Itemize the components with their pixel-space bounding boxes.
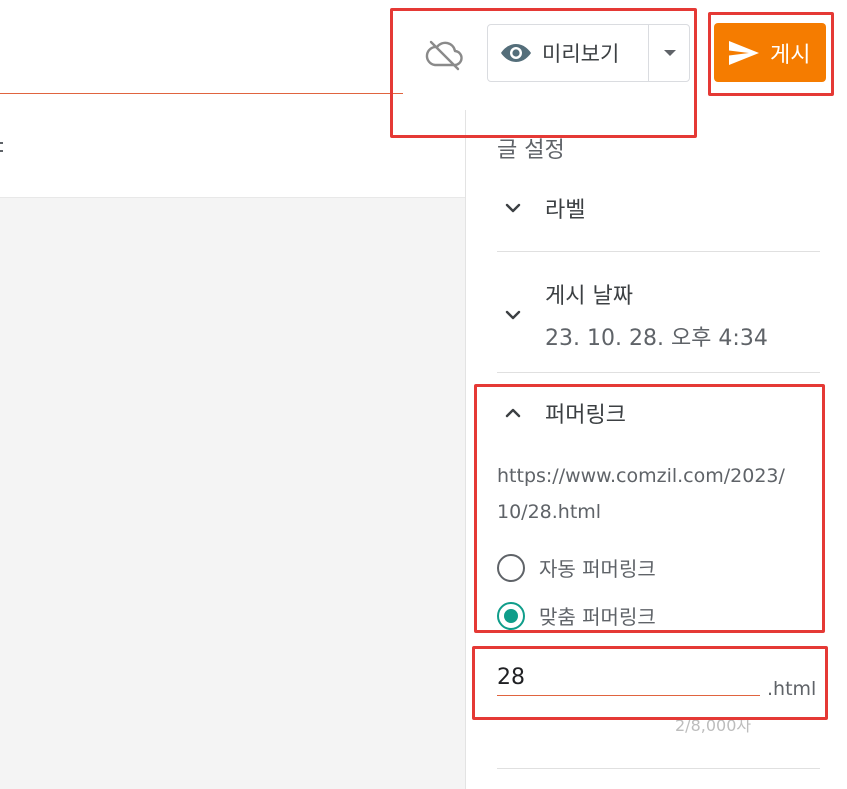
publish-date-text: 게시 날짜 23. 10. 28. 오후 4:34 [545,278,768,352]
permalink-suffix: .html [767,678,817,700]
send-icon [729,40,759,65]
section-divider [497,372,820,373]
section-divider [497,251,820,252]
publish-label: 게시 [770,42,811,68]
permalink-section-label: 퍼머링크 [545,403,626,428]
publish-date-value: 23. 10. 28. 오후 4:34 [545,326,768,351]
radio-custom-permalink[interactable] [497,601,525,630]
chevron-up-icon [497,397,529,429]
section-divider [497,768,820,769]
editor-body[interactable] [0,198,466,789]
eye-icon [501,44,531,62]
chevron-down-icon [497,192,529,224]
preview-label: 미리보기 [542,42,620,66]
publish-date-section-header[interactable]: 게시 날짜 23. 10. 28. 오후 4:34 [497,278,768,352]
permalink-url-line2: 10/28.html [497,501,602,523]
permalink-section-header[interactable]: 퍼머링크 [497,397,626,429]
character-count: 2/8,000자 [675,716,752,735]
blogger-editor: 미리보기 게시 글 설정 라벨 게시 날짜 23. 10. 28. 오후 4:3… [0,0,847,789]
editor-toolbar-area [0,110,466,198]
post-settings-title: 글 설정 [497,138,565,160]
radio-auto-permalink[interactable] [497,553,525,582]
custom-permalink-input[interactable] [497,660,760,696]
permalink-url-line1: https://www.comzil.com/2023/ [497,465,785,487]
caret-down-icon [663,50,676,56]
labels-section-header[interactable]: 라벨 [497,192,585,224]
publish-date-label: 게시 날짜 [545,284,633,309]
editor-toolbar-edge [0,137,4,155]
custom-permalink-option[interactable]: 맞춤 퍼머링크 [497,601,656,630]
preview-button-group: 미리보기 [487,24,690,82]
publish-button[interactable]: 게시 [714,23,826,82]
preview-dropdown-button[interactable] [649,25,690,81]
preview-button[interactable]: 미리보기 [488,25,648,81]
labels-section-label: 라벨 [545,198,586,223]
top-toolbar: 미리보기 게시 [0,0,847,110]
auto-permalink-label: 자동 퍼머링크 [539,557,656,581]
custom-permalink-label: 맞춤 퍼머링크 [539,605,656,629]
permalink-url: https://www.comzil.com/2023/ 10/28.html [497,458,797,530]
chevron-down-icon [497,299,529,331]
cloud-off-icon [424,36,464,72]
title-input-underline[interactable] [0,93,403,94]
auto-permalink-option[interactable]: 자동 퍼머링크 [497,553,656,582]
